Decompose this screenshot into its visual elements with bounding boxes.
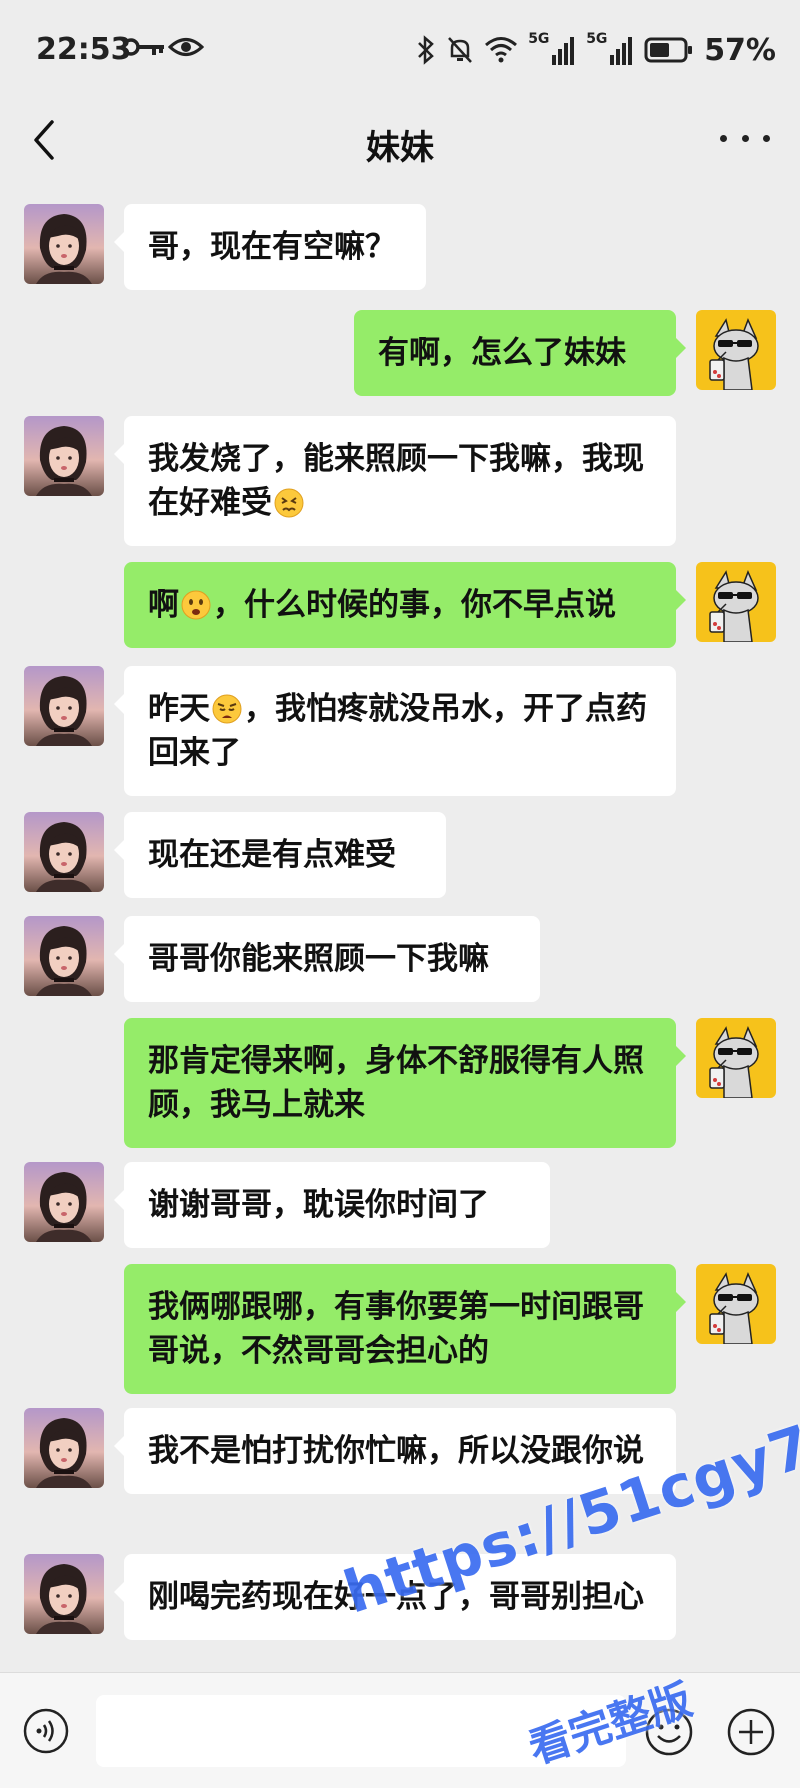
- message-bubble[interactable]: 哥，现在有空嘛？: [114, 204, 426, 290]
- contact-avatar[interactable]: [24, 1554, 104, 1634]
- contact-avatar[interactable]: [24, 1162, 104, 1242]
- my-avatar[interactable]: [696, 1018, 776, 1098]
- message-text: 昨天: [148, 691, 210, 727]
- chat-header: 妹妹: [0, 100, 800, 182]
- cell-signal-1-icon: 5G: [528, 31, 576, 67]
- battery-percent: 57%: [704, 32, 776, 68]
- status-icons: 5G 5G 57%: [416, 30, 776, 70]
- message-bubble[interactable]: 我俩哪跟哪，有事你要第一时间跟哥哥说，不然哥哥会担心的: [124, 1264, 686, 1394]
- message-text: ，什么时候的事，你不早点说: [213, 587, 616, 623]
- contact-avatar[interactable]: [24, 812, 104, 892]
- bluetooth-icon: [418, 35, 435, 65]
- message-bubble[interactable]: 谢谢哥哥，耽误你时间了: [114, 1162, 550, 1248]
- status-bar: 22:53 5G 5G 57%: [0, 0, 800, 100]
- my-avatar[interactable]: [696, 1264, 776, 1344]
- voice-input-icon[interactable]: [22, 1707, 70, 1755]
- weary-face-emoji-icon: [212, 694, 242, 724]
- message-bubble[interactable]: 我发烧了，能来照顾一下我嘛，我现在好难受: [114, 416, 676, 546]
- wifi-icon: [485, 37, 518, 63]
- contact-avatar[interactable]: [24, 1408, 104, 1488]
- message-bubble[interactable]: 现在还是有点难受: [114, 812, 446, 898]
- more-options-icon[interactable]: [720, 118, 770, 158]
- message-bubble[interactable]: 啊 ，什么时候的事，你不早点说: [124, 562, 686, 648]
- cell-signal-2-icon: 5G: [586, 31, 634, 67]
- my-avatar[interactable]: [696, 562, 776, 642]
- frowning-face-emoji-icon: [181, 590, 211, 620]
- chat-title: 妹妹: [366, 128, 434, 168]
- my-avatar[interactable]: [696, 310, 776, 390]
- message-bubble[interactable]: 那肯定得来啊，身体不舒服得有人照顾，我马上就来: [124, 1018, 686, 1148]
- message-text: 我发烧了，能来照顾一下我嘛，我现在好难受: [148, 441, 644, 521]
- contact-avatar[interactable]: [24, 416, 104, 496]
- contact-avatar[interactable]: [24, 204, 104, 284]
- contact-avatar[interactable]: [24, 916, 104, 996]
- message-bubble[interactable]: 哥哥你能来照顾一下我嘛: [114, 916, 540, 1002]
- contact-avatar[interactable]: [24, 666, 104, 746]
- status-time: 22:53: [36, 32, 132, 67]
- message-bubble[interactable]: 昨天 ，我怕疼就没吊水，开了点药回来了: [114, 666, 676, 796]
- vpn-key-icon: [122, 38, 164, 56]
- message-text: 啊: [148, 587, 179, 623]
- eye-icon: [168, 38, 204, 56]
- persevering-face-emoji-icon: [274, 488, 304, 518]
- plus-icon[interactable]: [726, 1707, 776, 1757]
- message-list[interactable]: 哥，现在有空嘛？ 有啊，怎么了妹妹 我发烧了，能来照顾一下我嘛，我现在好难受 啊…: [0, 182, 800, 1672]
- mute-bell-icon: [448, 37, 473, 63]
- battery-icon: [644, 37, 693, 63]
- message-bubble[interactable]: 有啊，怎么了妹妹: [354, 310, 686, 396]
